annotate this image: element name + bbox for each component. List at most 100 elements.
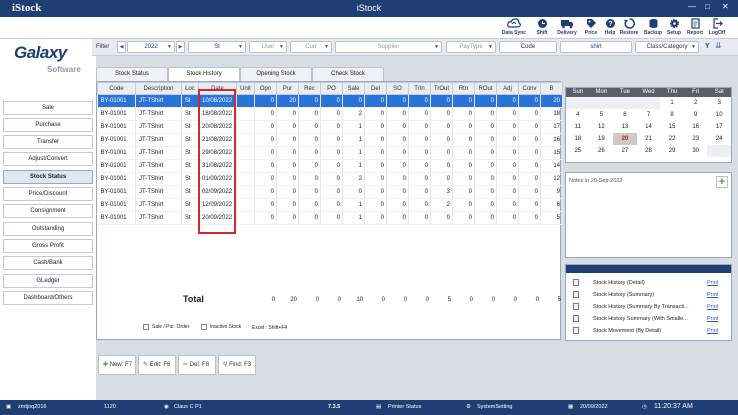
table-row[interactable]: BY-01001 JT-TShirt St 01/09/2022 0 0 0 0 2 0 0 0 0 0 0…	[97, 172, 563, 186]
calendar-day[interactable]: 14	[637, 121, 661, 133]
column-header[interactable]: Opn	[254, 82, 277, 95]
code-field[interactable]: Code	[499, 41, 557, 53]
column-header[interactable]: Date	[198, 82, 237, 95]
tab-opening-stock[interactable]: Opening Stock	[240, 67, 312, 81]
calendar-day[interactable]: 13	[613, 121, 637, 133]
calendar-day[interactable]: 7	[637, 109, 661, 121]
table-row[interactable]: BY-01001 JT-TShirt St 20/08/2022 0 0 0 0 1 0 0 0 0 0 0…	[97, 120, 563, 134]
calendar-day[interactable]: 22	[660, 133, 684, 145]
column-header[interactable]: TrIn	[408, 82, 431, 95]
calendar-day[interactable]: 10	[707, 109, 731, 121]
table-row[interactable]: BY-01001 JT-TShirt St 12/09/2022 0 0 0 0 1 0 0 0 2 0 0…	[97, 198, 563, 212]
table-row[interactable]: BY-01001 JT-TShirt St 10/08/2022 0 20 0 0 0 0 0 0 0 0…	[97, 94, 563, 108]
sidebar-item-adjust-convert[interactable]: Adjust/Convert	[3, 152, 93, 166]
calendar-day[interactable]: 12	[590, 121, 614, 133]
sidebar-item-purchase[interactable]: Purchase	[3, 118, 93, 132]
calendar-day[interactable]: 25	[566, 145, 590, 157]
table-row[interactable]: BY-01001 JT-TShirt St 29/08/2022 0 0 0 0 1 0 0 0 0 0 0…	[97, 146, 563, 160]
checkbox-box[interactable]	[143, 324, 149, 330]
print-link[interactable]: Print	[707, 280, 718, 286]
table-row[interactable]: BY-01001 JT-TShirt St 20/09/2022 0 0 0 0 1 0 0 0 0 0 0…	[97, 211, 563, 225]
table-row[interactable]: BY-01001 JT-TShirt St 18/08/2022 0 0 0 0 2 0 0 0 0 0 0…	[97, 107, 563, 121]
inactive-stock-checkbox[interactable]: Inactive Stock	[201, 324, 241, 330]
column-header[interactable]: Adj	[496, 82, 519, 95]
new-button[interactable]: ✚ New: F7	[98, 355, 136, 375]
delete-button[interactable]: ✂ Del: F8	[178, 355, 216, 375]
column-header[interactable]: Rec	[298, 82, 321, 95]
calendar-day[interactable]: 2	[684, 97, 708, 109]
search-input[interactable]: shirt	[560, 41, 632, 53]
calendar-day[interactable]: 8	[660, 109, 684, 121]
status-system[interactable]: SystemSetting	[477, 404, 512, 410]
sidebar-item-dashboard-others[interactable]: Dashboard/Others	[3, 291, 93, 305]
calendar-day[interactable]: 5	[590, 109, 614, 121]
supplier-select[interactable]: Supplier ▼	[335, 41, 442, 53]
calendar-day[interactable]: 1	[660, 97, 684, 109]
calendar-day[interactable]: 15	[660, 121, 684, 133]
currency-select[interactable]: Curr ▼	[290, 41, 332, 53]
status-printer[interactable]: Printer Status	[388, 404, 421, 410]
table-row[interactable]: BY-01001 JT-TShirt St 31/08/2022 0 0 0 0 1 0 0 0 0 0 0…	[97, 159, 563, 173]
category-select[interactable]: Class/Category ▼	[635, 41, 699, 53]
calendar-day[interactable]: 17	[707, 121, 731, 133]
print-link[interactable]: Print	[707, 328, 718, 334]
table-row[interactable]: BY-01001 JT-TShirt St 21/08/2022 0 0 0 0 1 0 0 0 0 0 0…	[97, 133, 563, 147]
calendar-day[interactable]: 6	[613, 109, 637, 121]
print-link[interactable]: Print	[707, 292, 718, 298]
calendar-day[interactable]: 4	[566, 109, 590, 121]
column-header[interactable]: Conv	[518, 82, 541, 95]
expand-icon[interactable]: ⇊	[715, 41, 722, 50]
tab-stock-history[interactable]: Stock History	[168, 67, 240, 82]
calendar-day[interactable]: 16	[684, 121, 708, 133]
calendar-day[interactable]: 21	[637, 133, 661, 145]
checkbox-box[interactable]	[201, 324, 207, 330]
calendar-day[interactable]: 20	[613, 133, 637, 145]
calendar-day[interactable]: 9	[684, 109, 708, 121]
sale-pur-order-checkbox[interactable]: Sale / Pur. Order	[143, 324, 189, 330]
column-header[interactable]: Unit	[236, 82, 255, 95]
column-header[interactable]: Pur	[276, 82, 299, 95]
calendar-day[interactable]: 23	[684, 133, 708, 145]
tab-check-stock[interactable]: Check Stock	[312, 67, 384, 81]
calendar-day[interactable]: 18	[566, 133, 590, 145]
location-select[interactable]: St ▼	[188, 41, 246, 53]
sidebar-item-transfer[interactable]: Transfer	[3, 135, 93, 149]
calendar-day[interactable]: 28	[637, 145, 661, 157]
column-header[interactable]: Code	[97, 82, 136, 95]
column-header[interactable]: ROut	[474, 82, 497, 95]
logoff-button[interactable]: LogOff	[703, 18, 731, 36]
sidebar-item-consignment[interactable]: Consignment	[3, 204, 93, 218]
column-header[interactable]: PO	[320, 82, 343, 95]
column-header[interactable]: Description	[135, 82, 182, 95]
column-header[interactable]: TrOut	[430, 82, 453, 95]
sidebar-item-stock-status[interactable]: Stock Status	[3, 170, 93, 184]
calendar-day[interactable]: 24	[707, 133, 731, 145]
find-button[interactable]: ⚲ Find: F3	[218, 355, 256, 375]
calendar-day[interactable]: 30	[684, 145, 708, 157]
sidebar-item-cash-bank[interactable]: Cash/Bank	[3, 256, 93, 270]
column-header[interactable]: B	[540, 82, 563, 95]
year-select[interactable]: 2022 ▼	[127, 41, 175, 53]
calendar-day[interactable]: 29	[660, 145, 684, 157]
paytype-select[interactable]: PayType ▼	[446, 41, 496, 53]
column-header[interactable]: Del	[364, 82, 387, 95]
close-button[interactable]: ✕	[722, 2, 729, 11]
sidebar-item-gross-profit[interactable]: Gross Profit	[3, 239, 93, 253]
sidebar-item-price-discount[interactable]: Price/Discount	[3, 187, 93, 201]
calendar-day[interactable]: 27	[613, 145, 637, 157]
sidebar-item-outstanding[interactable]: Outstanding	[3, 222, 93, 236]
column-header[interactable]: Sale	[342, 82, 365, 95]
maximize-button[interactable]: □	[705, 2, 710, 11]
y-button[interactable]: Y	[705, 43, 710, 50]
print-link[interactable]: Print	[707, 316, 718, 322]
edit-button[interactable]: ✎ Edit: F6	[138, 355, 176, 375]
minimize-button[interactable]: —	[688, 2, 696, 11]
calendar-day[interactable]: 3	[707, 97, 731, 109]
column-header[interactable]: Rtn	[452, 82, 475, 95]
calendar-day[interactable]: 11	[566, 121, 590, 133]
year-next-button[interactable]: ▶	[176, 41, 185, 53]
print-link[interactable]: Print	[707, 304, 718, 310]
year-prev-button[interactable]: ◀	[117, 41, 126, 53]
column-header[interactable]: Loc	[181, 82, 199, 95]
data-sync-button[interactable]: Data Sync	[500, 18, 528, 36]
